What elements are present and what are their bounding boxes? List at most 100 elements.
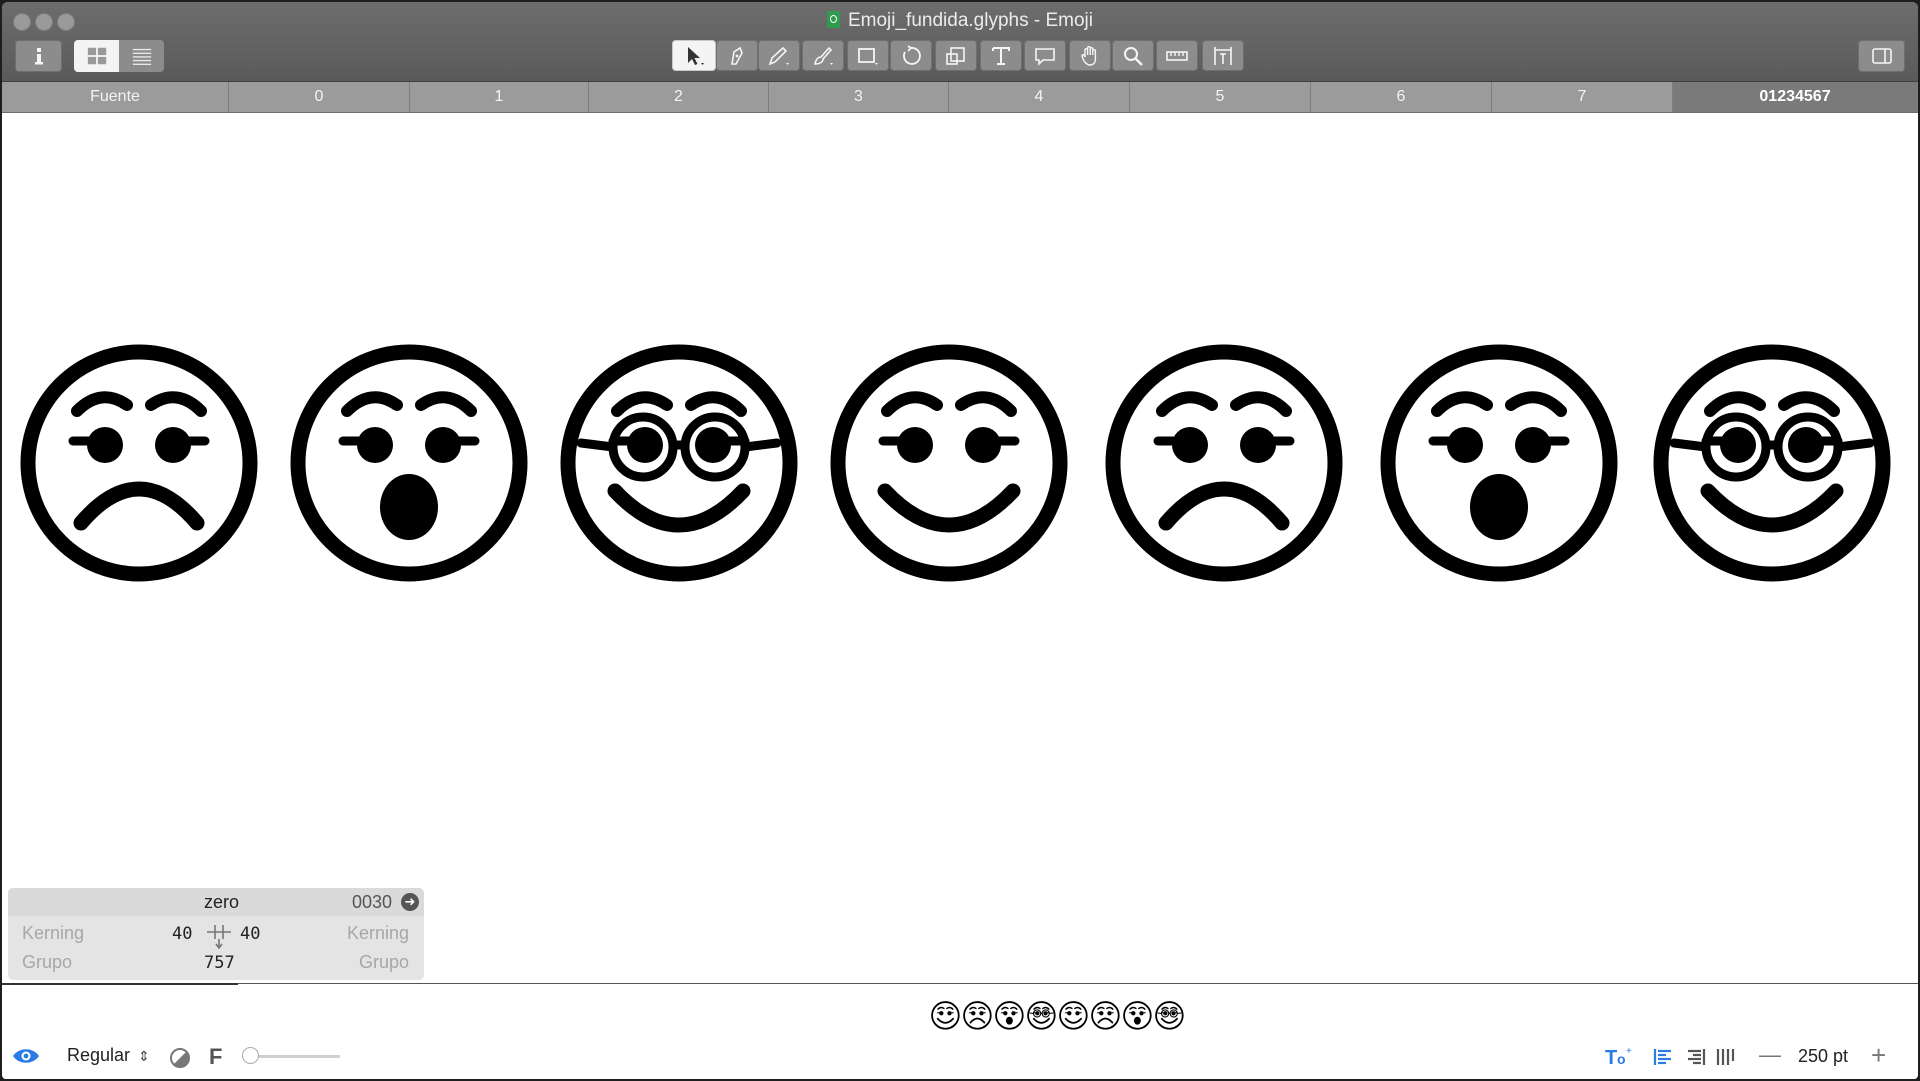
magnifier-icon	[1124, 46, 1143, 66]
sidebar-icon	[1871, 48, 1892, 64]
annotation-tool-button[interactable]	[1024, 40, 1066, 71]
master-selector[interactable]: Regular ⇕	[67, 1045, 150, 1066]
text-tool-options-icon[interactable]: To +	[1605, 1045, 1633, 1072]
preview-glyph[interactable]	[931, 1001, 960, 1030]
glyph-width[interactable]: 757	[204, 953, 235, 973]
tab-5[interactable]: 5	[1130, 82, 1311, 112]
preview-shading-icon[interactable]	[169, 1047, 191, 1074]
glyph-surprised[interactable]	[290, 344, 528, 582]
tab-2[interactable]: 2	[589, 82, 769, 112]
preview-glyph[interactable]	[1027, 1001, 1056, 1030]
window-title-text: Emoji_fundida.glyphs - Emoji	[847, 10, 1093, 31]
font-f-icon[interactable]: F	[209, 1044, 222, 1070]
tab-Fuente[interactable]: Fuente	[2, 82, 229, 112]
scale-icon	[946, 46, 965, 65]
glyph-unicode[interactable]: 0030	[352, 892, 392, 913]
left-group-label[interactable]: Grupo	[22, 952, 72, 973]
pencil-icon	[768, 46, 789, 65]
tab-0[interactable]: 0	[229, 82, 410, 112]
tab-7[interactable]: 7	[1492, 82, 1673, 112]
right-group-label[interactable]: Grupo	[359, 952, 409, 973]
vertical-layout-icon[interactable]	[1715, 1047, 1735, 1072]
arrow-pointer-icon	[688, 46, 704, 65]
eye-icon[interactable]	[12, 1046, 40, 1071]
rectangle-tool-button[interactable]	[847, 40, 889, 71]
grid-icon	[87, 47, 106, 65]
sidebar-toggle-button[interactable]	[1858, 40, 1905, 72]
right-kerning-label[interactable]: Kerning	[347, 923, 409, 944]
glyph-row	[20, 344, 1891, 582]
pencil-tool-button[interactable]	[758, 40, 800, 71]
metrics-tool-button[interactable]	[1202, 40, 1244, 71]
tab-4[interactable]: 4	[949, 82, 1130, 112]
svg-text:o: o	[1617, 1051, 1626, 1067]
metrics-icon	[1214, 46, 1232, 65]
grid-view-button[interactable]	[74, 40, 119, 72]
tab-01234567[interactable]: 01234567	[1673, 82, 1918, 112]
glyphs-document-icon	[826, 11, 840, 28]
edit-tabs: Fuente 0 1 2 3 4 5 6 7 01234567	[2, 82, 1918, 113]
app-window: Emoji_fundida.glyphs - Emoji Fuente 0 1 2 3 4…	[2, 2, 1918, 1079]
brush-icon	[814, 46, 833, 65]
glyph-sad[interactable]	[20, 344, 258, 582]
scale-tool-button[interactable]	[935, 40, 977, 71]
brush-tool-button[interactable]	[802, 40, 844, 71]
sidebearing-link-icon	[204, 922, 234, 952]
draw-tool-button[interactable]	[716, 40, 758, 71]
status-bar: Regular ⇕ F To + — 250 pt +	[2, 1032, 1918, 1079]
align-right-icon[interactable]	[1686, 1047, 1706, 1072]
left-kerning-label[interactable]: Kerning	[22, 923, 84, 944]
list-view-button[interactable]	[119, 40, 164, 72]
preview-divider	[2, 983, 1918, 985]
select-tool-button[interactable]	[672, 40, 716, 71]
text-t-icon	[992, 46, 1010, 65]
info-icon	[34, 48, 43, 65]
preview-glyph[interactable]	[995, 1001, 1024, 1030]
speech-bubble-icon	[1035, 47, 1055, 66]
edit-canvas[interactable]	[2, 113, 1918, 983]
preview-glyph[interactable]	[1155, 1001, 1184, 1030]
glyph-sad[interactable]	[1105, 344, 1343, 582]
hand-icon	[1081, 45, 1097, 66]
zoom-tool-button[interactable]	[1112, 40, 1154, 71]
ruler-icon	[1166, 50, 1188, 61]
glyph-surprised[interactable]	[1380, 344, 1618, 582]
glyph-happy-glasses[interactable]	[1653, 344, 1891, 582]
title-bar: Emoji_fundida.glyphs - Emoji	[2, 2, 1918, 82]
list-icon	[132, 48, 151, 65]
tab-6[interactable]: 6	[1311, 82, 1492, 112]
preview-strip[interactable]	[931, 1001, 1184, 1030]
preview-glyph[interactable]	[963, 1001, 992, 1030]
view-mode-segmented	[74, 40, 164, 72]
zoom-level[interactable]: 250 pt	[1798, 1046, 1848, 1067]
glyph-info-box: zero 0030 ➜ Kerning 40 40 Kerning Grupo …	[8, 888, 424, 980]
tab-3[interactable]: 3	[769, 82, 949, 112]
window-title: Emoji_fundida.glyphs - Emoji	[2, 10, 1918, 32]
hand-tool-button[interactable]	[1069, 40, 1111, 71]
preview-glyph[interactable]	[1059, 1001, 1088, 1030]
preview-glyph[interactable]	[1091, 1001, 1120, 1030]
svg-text:T: T	[1605, 1047, 1617, 1067]
master-name: Regular	[67, 1045, 131, 1065]
preview-glyph[interactable]	[1123, 1001, 1152, 1030]
pen-nib-icon	[731, 46, 743, 65]
arrow-right-circle-icon[interactable]: ➜	[401, 893, 419, 911]
svg-text:+: +	[1626, 1046, 1632, 1057]
align-left-icon[interactable]	[1653, 1047, 1673, 1072]
right-sidebearing[interactable]: 40	[240, 924, 260, 944]
font-info-button[interactable]	[15, 40, 62, 72]
tab-1[interactable]: 1	[410, 82, 589, 112]
text-tool-button[interactable]	[980, 40, 1022, 71]
measure-tool-button[interactable]	[1156, 40, 1198, 71]
left-sidebearing[interactable]: 40	[172, 924, 192, 944]
glyph-name[interactable]: zero	[204, 892, 239, 913]
rotate-tool-button[interactable]	[890, 40, 932, 71]
glyph-happy[interactable]	[830, 344, 1068, 582]
rotate-icon	[903, 44, 921, 65]
rectangle-icon	[858, 47, 878, 65]
glyph-happy-glasses[interactable]	[560, 344, 798, 582]
zoom-in-button[interactable]: +	[1871, 1040, 1886, 1071]
zoom-out-button[interactable]: —	[1759, 1042, 1781, 1068]
interpolation-slider-knob[interactable]	[242, 1047, 259, 1064]
chevron-updown-icon: ⇕	[138, 1048, 150, 1064]
